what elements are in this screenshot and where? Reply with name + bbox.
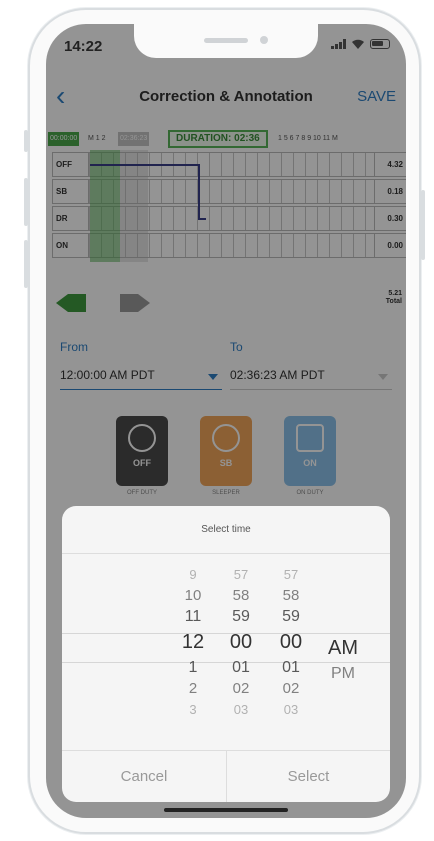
second-option: 57 bbox=[283, 567, 299, 582]
hour-option: 1 bbox=[188, 659, 198, 676]
battery-icon bbox=[370, 39, 390, 49]
minute-option: 03 bbox=[233, 702, 249, 717]
time-picker-sheet: Select time 9 10 11 12 1 2 3 57 58 59 00… bbox=[62, 506, 390, 802]
notch bbox=[134, 24, 318, 58]
hour-wheel[interactable]: 9 10 11 12 1 2 3 bbox=[168, 564, 218, 720]
minute-option: 59 bbox=[232, 608, 250, 625]
minute-option: 58 bbox=[232, 587, 250, 604]
picker-title: Select time bbox=[62, 506, 390, 554]
status-icons bbox=[331, 39, 390, 49]
status-time: 14:22 bbox=[64, 38, 103, 55]
power-side-button bbox=[421, 190, 425, 260]
hour-option: 9 bbox=[189, 567, 197, 582]
cancel-button[interactable]: Cancel bbox=[62, 751, 226, 802]
ampm-option-selected: AM bbox=[328, 637, 358, 659]
hour-option: 11 bbox=[184, 608, 202, 625]
front-camera bbox=[260, 36, 268, 44]
second-option: 58 bbox=[282, 587, 300, 604]
second-option: 02 bbox=[282, 680, 300, 697]
wifi-icon bbox=[352, 39, 364, 49]
hour-option: 2 bbox=[188, 680, 198, 697]
minute-option: 57 bbox=[233, 567, 249, 582]
mute-switch bbox=[24, 130, 28, 152]
volume-up-button bbox=[24, 178, 28, 226]
hour-option: 10 bbox=[184, 587, 202, 604]
screen: 14:22 ‹ Correction & Annotation SAVE 00:… bbox=[46, 24, 406, 818]
second-option: 59 bbox=[282, 608, 300, 625]
volume-down-button bbox=[24, 240, 28, 288]
home-indicator[interactable] bbox=[164, 808, 288, 812]
signal-icon bbox=[331, 39, 346, 49]
minute-option: 02 bbox=[232, 680, 250, 697]
minute-option-selected: 00 bbox=[229, 631, 253, 653]
second-option: 01 bbox=[282, 659, 300, 676]
second-option-selected: 00 bbox=[279, 631, 303, 653]
picker-actions: Cancel Select bbox=[62, 750, 390, 802]
ampm-wheel[interactable]: AM PM bbox=[318, 633, 368, 684]
ampm-option: PM bbox=[331, 665, 355, 682]
hour-option-selected: 12 bbox=[181, 631, 205, 653]
minute-option: 01 bbox=[232, 659, 250, 676]
second-option: 03 bbox=[283, 702, 299, 717]
select-button[interactable]: Select bbox=[226, 751, 390, 802]
minute-wheel[interactable]: 57 58 59 00 01 02 03 bbox=[216, 564, 266, 720]
hour-option: 3 bbox=[189, 702, 197, 717]
speaker-grille bbox=[204, 38, 248, 43]
second-wheel[interactable]: 57 58 59 00 01 02 03 bbox=[266, 564, 316, 720]
